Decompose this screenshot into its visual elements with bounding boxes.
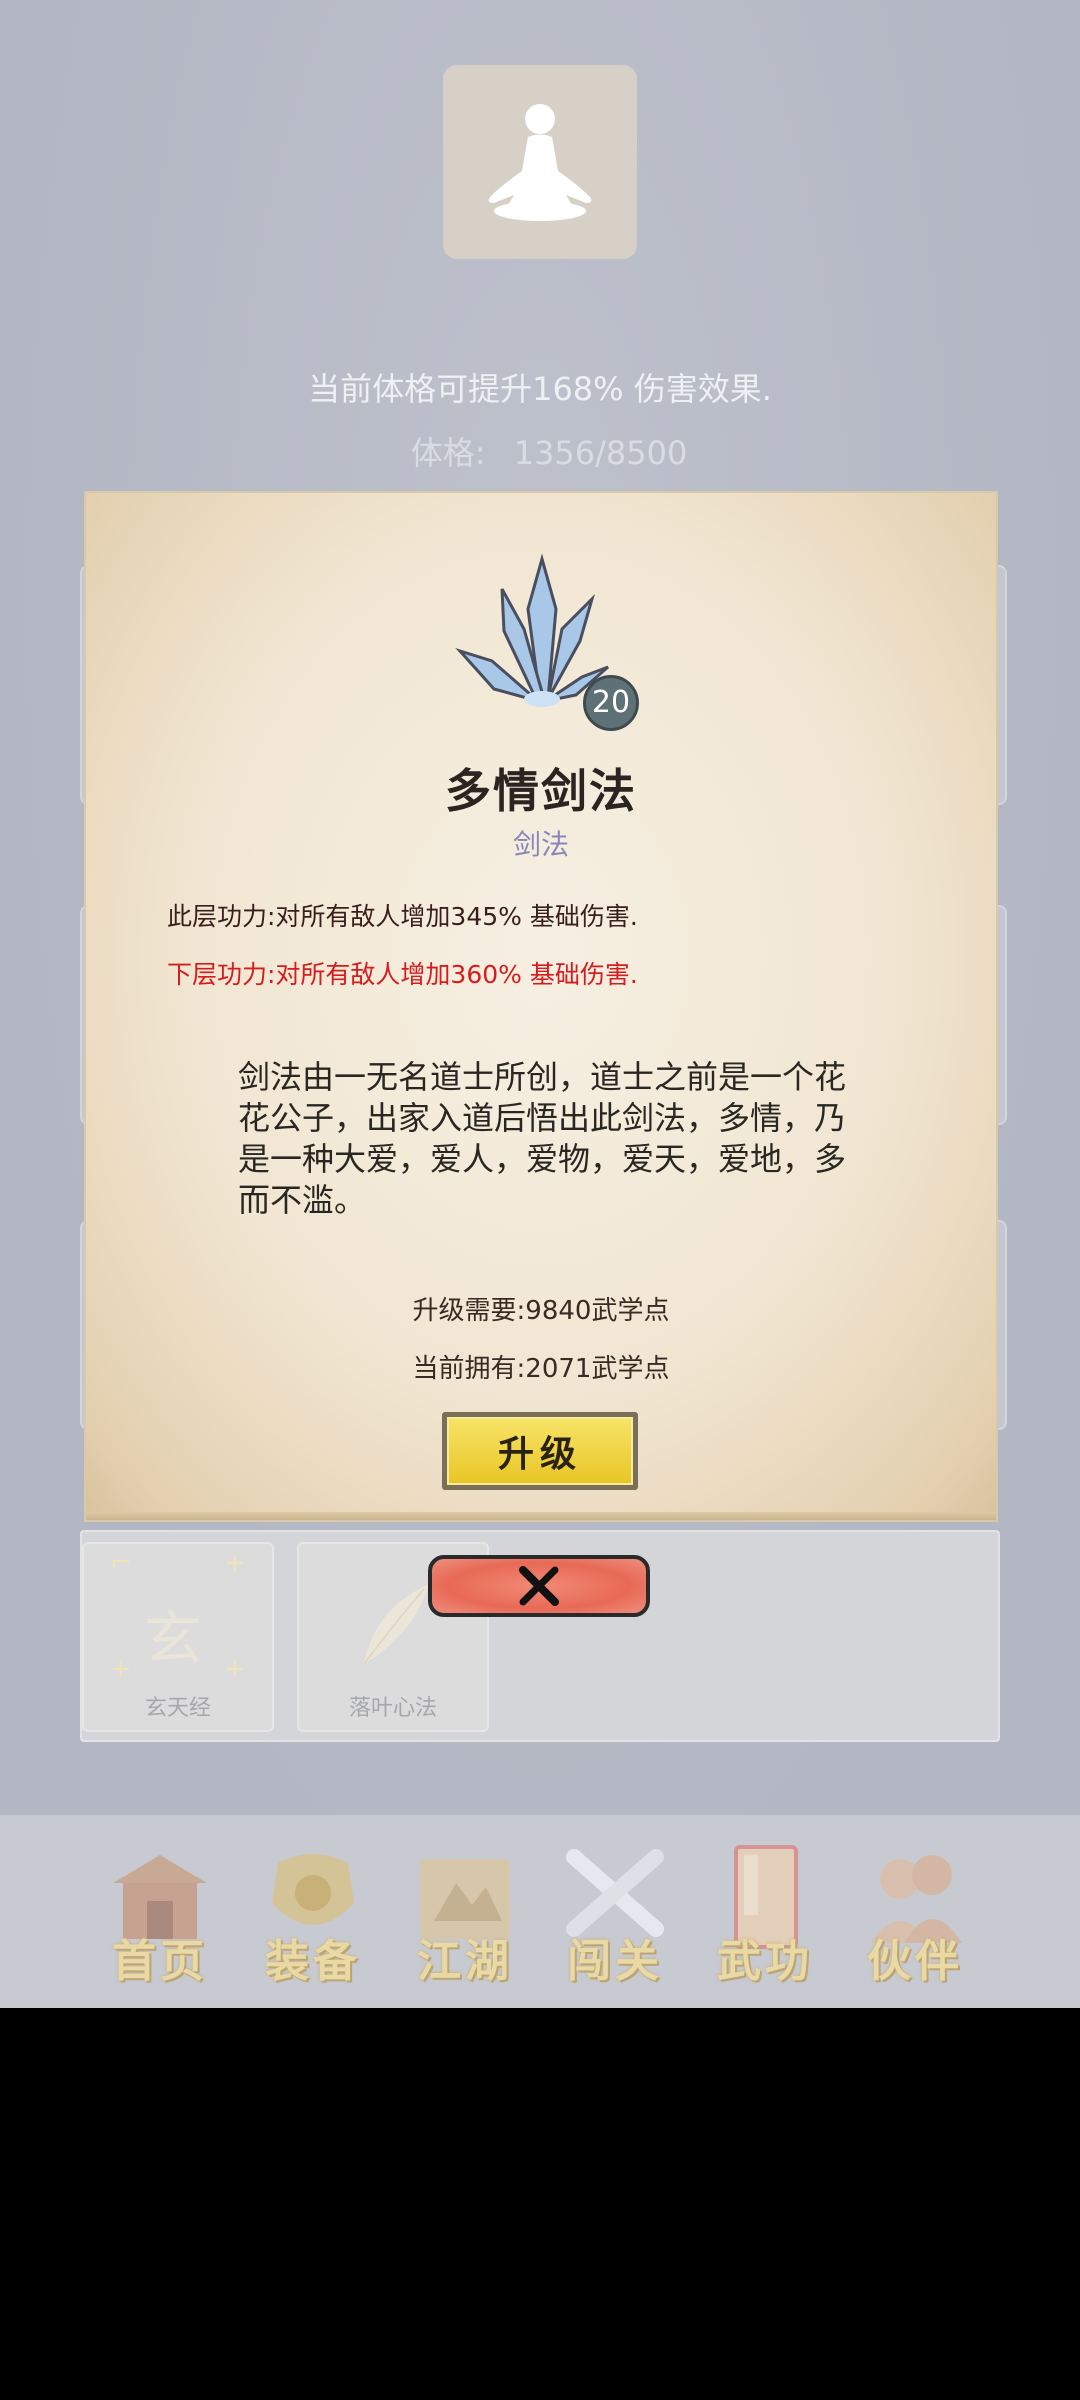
nav-item-stages[interactable]: 闯关: [550, 1835, 680, 1987]
skill-glyph-icon: 玄: [144, 1605, 203, 1673]
skill-card-label: 玄天经: [144, 1696, 211, 1721]
skill-level-badge: 20: [583, 675, 639, 731]
nav-item-label: 武功: [717, 1936, 813, 1987]
corner-ornament-icon: ⌐: [110, 1548, 132, 1578]
nav-item-equipment[interactable]: 装备: [248, 1835, 378, 1987]
physique-label: 体格:: [410, 434, 486, 472]
nav-item-label: 伙伴: [867, 1936, 963, 1987]
physique-value: 1356/8500: [513, 434, 688, 472]
skill-type: 剑法: [512, 828, 569, 861]
corner-ornament-icon: +: [110, 1654, 132, 1684]
nav-item-jianghu[interactable]: 江湖: [400, 1835, 530, 1987]
corner-ornament-icon: +: [224, 1548, 246, 1578]
nav-item-companions[interactable]: 伙伴: [850, 1835, 980, 1987]
nav-item-martial-arts[interactable]: 武功: [700, 1835, 830, 1987]
close-button[interactable]: [428, 1555, 650, 1617]
nav-item-label: 闯关: [567, 1936, 663, 1987]
game-screen: 当前体格可提升168% 伤害效果. 体格: 1356/8500 ⌐ + + + …: [0, 0, 1080, 2008]
skill-card-label: 落叶心法: [348, 1696, 437, 1721]
meditation-avatar: [443, 65, 637, 259]
current-points: 当前拥有:2071武学点: [412, 1354, 670, 1384]
skill-card-xuantianjing[interactable]: ⌐ + + + 玄 玄天经: [82, 1542, 274, 1732]
corner-ornament-icon: +: [224, 1654, 246, 1684]
skill-detail-modal: 20 多情剑法 剑法 此层功力:对所有敌人增加345% 基础伤害. 下层功力:对…: [86, 493, 996, 1520]
upgrade-button-label: 升级: [497, 1433, 582, 1475]
upgrade-cost: 升级需要:9840武学点: [412, 1296, 670, 1326]
skill-description: 剑法由一无名道士所创，道士之前是一个花花公子，出家入道后悟出此剑法，多情，乃是一…: [238, 1058, 847, 1219]
nav-item-label: 装备: [265, 1936, 361, 1987]
nav-item-label: 首页: [112, 1936, 208, 1987]
skill-name: 多情剑法: [445, 764, 637, 818]
upgrade-button[interactable]: 升级: [442, 1412, 638, 1490]
upgrade-button-face: 升级: [447, 1417, 633, 1485]
next-level-effect: 下层功力:对所有敌人增加360% 基础伤害.: [167, 960, 638, 989]
nav-item-label: 江湖: [417, 1936, 513, 1987]
current-level-effect: 此层功力:对所有敌人增加345% 基础伤害.: [167, 902, 638, 931]
leaf-icon: [363, 1584, 429, 1665]
close-icon: [519, 1566, 559, 1606]
physique-hint-text: 当前体格可提升168% 伤害效果.: [308, 370, 772, 408]
bottom-nav: 首页 装备 江湖 闯关 武功 伙伴: [0, 1815, 1080, 2008]
meditation-icon: [488, 104, 592, 221]
nav-item-home[interactable]: 首页: [95, 1835, 225, 1987]
physique-stat: 体格: 1356/8500: [0, 428, 1080, 474]
